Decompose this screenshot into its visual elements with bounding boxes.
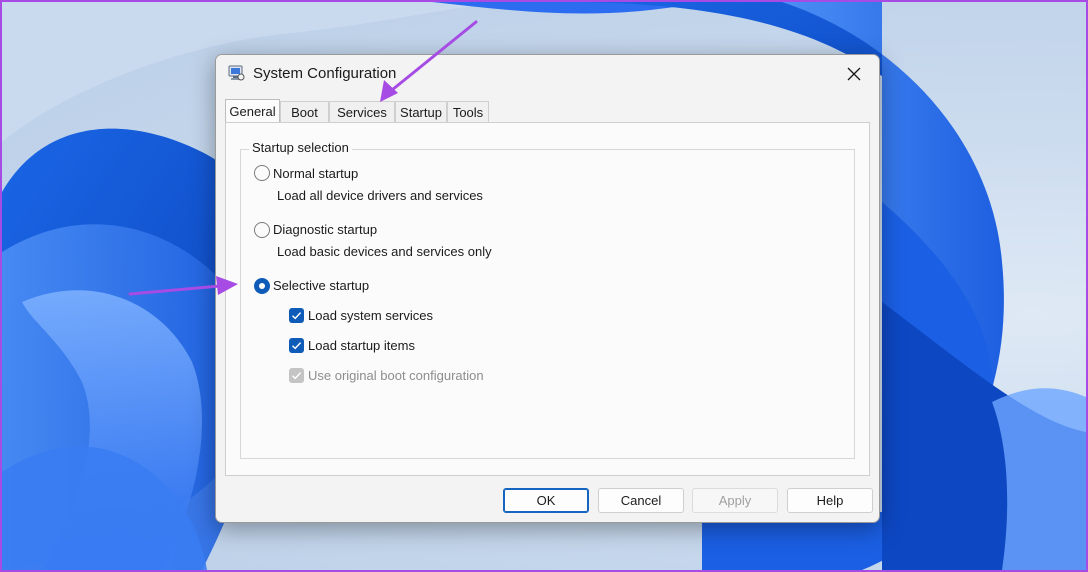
selective-startup-label[interactable]: Selective startup: [273, 278, 369, 293]
checkmark-icon: [292, 312, 302, 320]
group-label: Startup selection: [249, 140, 352, 155]
apply-button: Apply: [692, 488, 778, 513]
normal-startup-label[interactable]: Normal startup: [273, 166, 358, 181]
tab-startup[interactable]: Startup: [395, 101, 447, 122]
use-original-boot-configuration-label: Use original boot configuration: [308, 368, 484, 383]
normal-startup-radio[interactable]: [254, 165, 270, 181]
tab-general[interactable]: General: [225, 99, 280, 122]
load-startup-items-label[interactable]: Load startup items: [308, 338, 415, 353]
close-button[interactable]: [839, 61, 869, 87]
tab-label: Tools: [452, 104, 484, 120]
diagnostic-startup-description: Load basic devices and services only: [277, 244, 492, 259]
window-title: System Configuration: [253, 65, 397, 82]
title-bar[interactable]: System Configuration: [216, 55, 879, 95]
general-tab-panel: Startup selection Normal startup Load al…: [225, 122, 870, 476]
tab-boot[interactable]: Boot: [280, 101, 329, 122]
tab-services[interactable]: Services: [329, 101, 395, 122]
use-original-boot-configuration-checkbox: [289, 368, 304, 383]
load-system-services-checkbox[interactable]: [289, 308, 304, 323]
tab-tools[interactable]: Tools: [447, 101, 489, 122]
diagnostic-startup-radio[interactable]: [254, 222, 270, 238]
tab-label: Startup: [400, 104, 442, 120]
screenshot-frame: System Configuration General Boot Servic…: [0, 0, 1088, 572]
help-button[interactable]: Help: [787, 488, 873, 513]
close-icon: [847, 67, 861, 81]
checkmark-icon: [292, 372, 302, 380]
tab-label: Services: [337, 104, 387, 120]
load-system-services-label[interactable]: Load system services: [308, 308, 433, 323]
tab-label: General: [229, 103, 276, 119]
system-configuration-dialog: System Configuration General Boot Servic…: [215, 54, 880, 523]
tab-label: Boot: [291, 104, 318, 120]
checkmark-icon: [292, 342, 302, 350]
load-startup-items-checkbox[interactable]: [289, 338, 304, 353]
selective-startup-radio[interactable]: [254, 278, 270, 294]
diagnostic-startup-label[interactable]: Diagnostic startup: [273, 222, 377, 237]
normal-startup-description: Load all device drivers and services: [277, 188, 483, 203]
cancel-button[interactable]: Cancel: [598, 488, 684, 513]
system-configuration-icon: [228, 65, 245, 81]
ok-button[interactable]: OK: [503, 488, 589, 513]
startup-selection-group: Startup selection Normal startup Load al…: [240, 140, 855, 459]
